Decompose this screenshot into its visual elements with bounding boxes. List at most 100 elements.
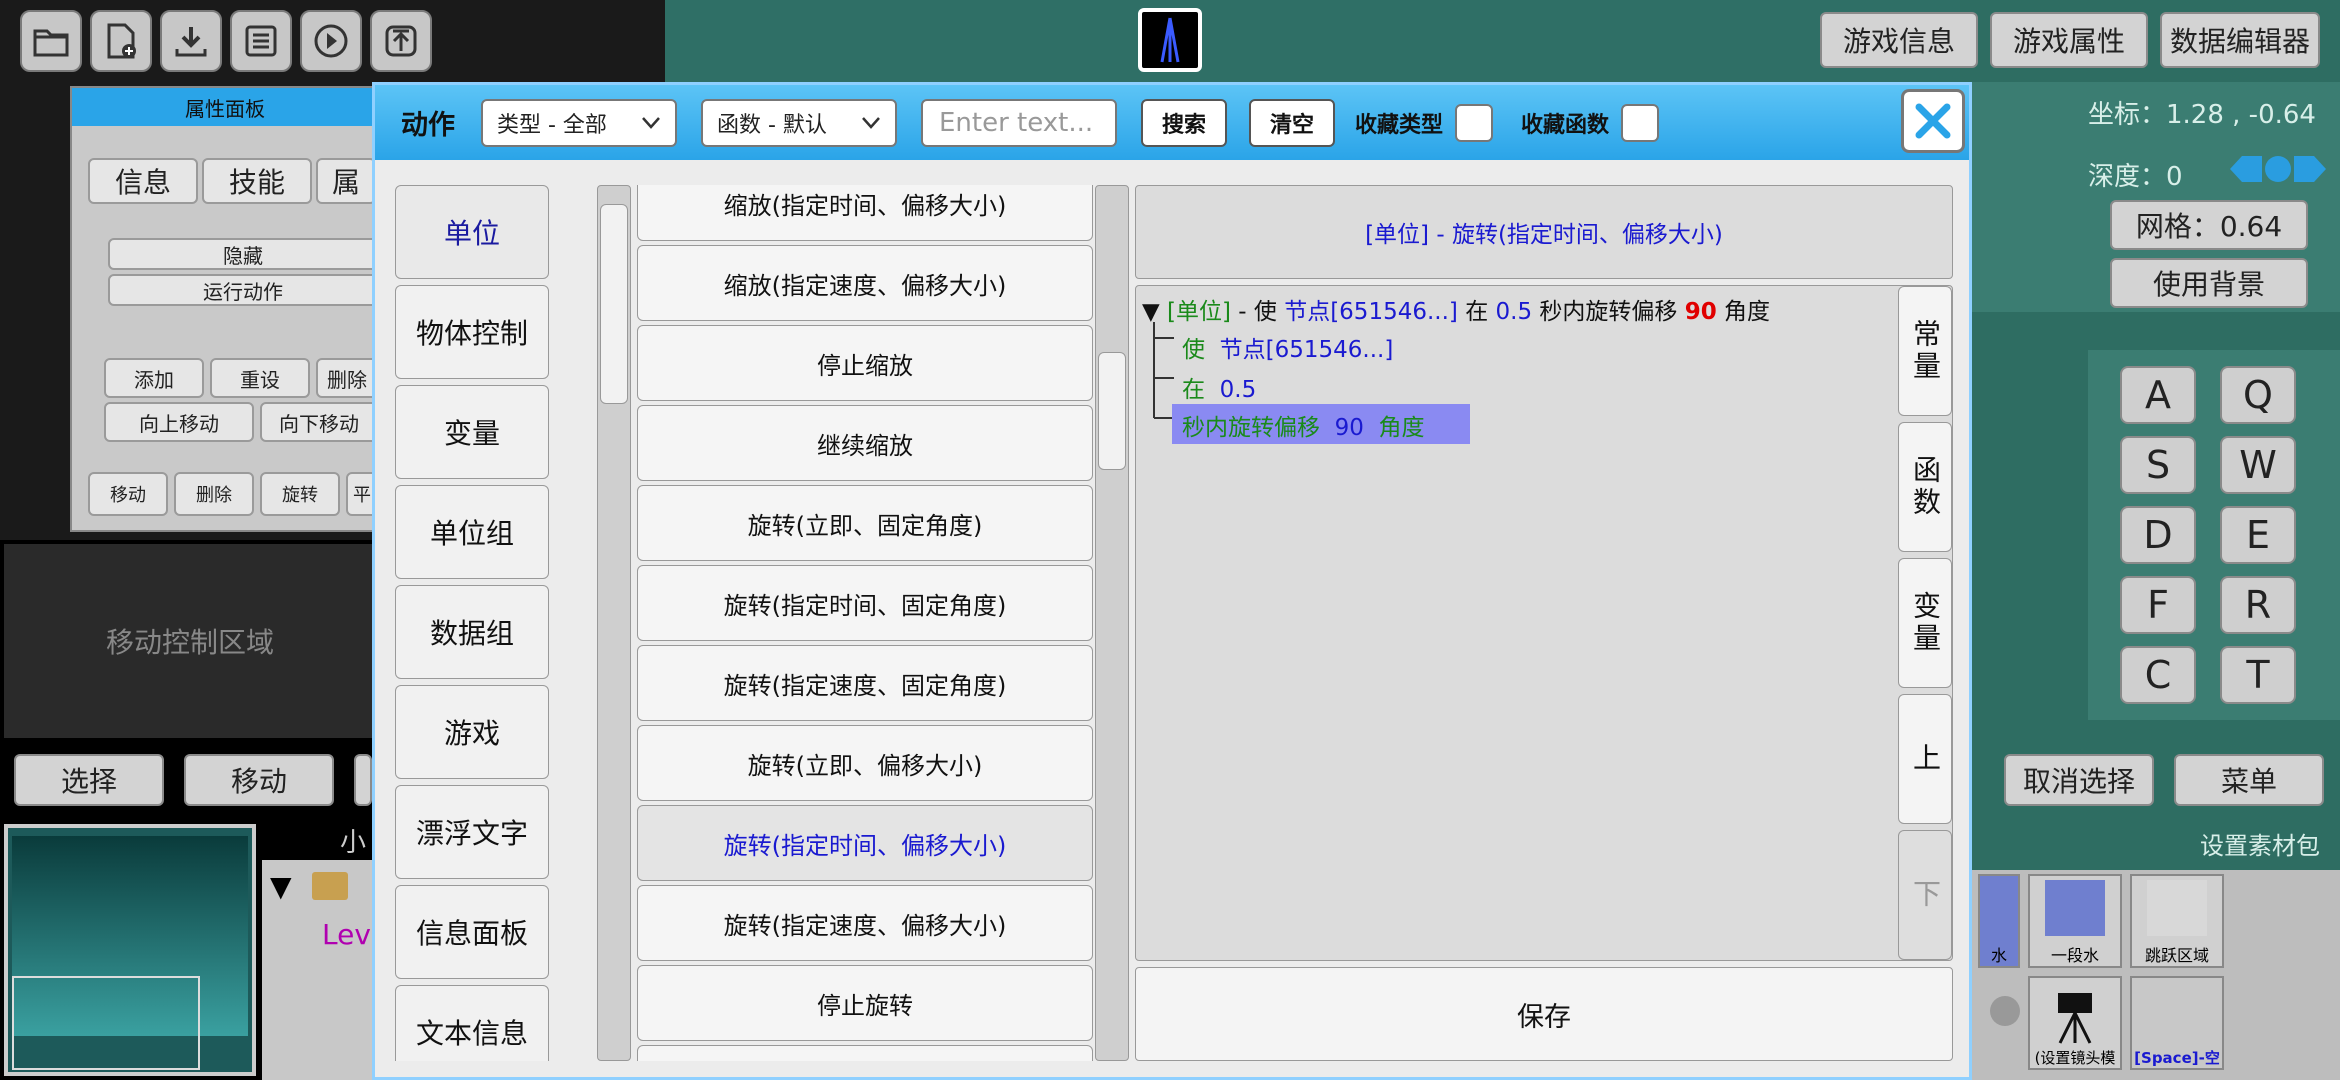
function-item[interactable]: 缩放(指定速度、偏移大小) [637,245,1093,321]
action-tree-panel[interactable]: ▼ [单位] - 使 节点[651546...] 在 0.5 秒内旋转偏移 90… [1135,285,1953,961]
asset-water-segment[interactable]: 一段水 [2028,874,2122,968]
minimap[interactable] [4,824,256,1076]
close-icon [1915,103,1951,139]
tree-child-duration[interactable]: 在 0.5 [1182,370,1256,404]
category-scrollbar-thumb[interactable] [600,204,628,404]
key-e[interactable]: E [2220,506,2296,564]
upload-icon[interactable] [370,10,432,72]
function-list[interactable]: 缩放(指定时间、偏移大小) 缩放(指定速度、偏移大小) 停止缩放 继续缩放 旋转… [637,185,1095,1061]
key-w[interactable]: W [2220,436,2296,494]
function-scrollbar[interactable] [1095,185,1129,1061]
tab-attributes[interactable]: 属 [316,158,376,204]
asset-water[interactable]: 水 [1978,874,2020,968]
category-variable[interactable]: 变量 [395,385,549,479]
move-action-button[interactable]: 移动 [88,472,168,516]
category-game[interactable]: 游戏 [395,685,549,779]
function-item[interactable]: 继续缩放 [637,405,1093,481]
function-select[interactable]: 函数 - 默认 [701,99,897,147]
download-icon[interactable] [160,10,222,72]
key-r[interactable]: R [2220,576,2296,634]
key-q[interactable]: Q [2220,366,2296,424]
close-button[interactable] [1901,89,1965,153]
asset-dropdown-icon[interactable] [1990,996,2020,1026]
save-icon[interactable] [230,10,292,72]
key-t[interactable]: T [2220,646,2296,704]
key-d[interactable]: D [2120,506,2196,564]
tree-root[interactable]: ▼ [单位] - 使 节点[651546...] 在 0.5 秒内旋转偏移 90… [1142,292,1770,326]
data-editor-button[interactable]: 数据编辑器 [2160,12,2320,68]
key-s[interactable]: S [2120,436,2196,494]
chevron-down-icon [862,117,880,129]
tab-function[interactable]: 函数 [1898,422,1952,552]
key-a[interactable]: A [2120,366,2196,424]
tool-button-partial[interactable] [354,754,372,806]
tab-constant[interactable]: 常量 [1898,286,1952,416]
new-file-icon[interactable] [90,10,152,72]
game-properties-button[interactable]: 游戏属性 [1990,12,2148,68]
move-down-button[interactable]: 向下移动 [260,402,378,442]
category-list[interactable]: 单位 物体控制 变量 单位组 数据组 游戏 漂浮文字 信息面板 文本信息 [395,185,593,1061]
delete-button[interactable]: 删除 [316,358,378,398]
category-floating-text[interactable]: 漂浮文字 [395,785,549,879]
expand-triangle-icon[interactable]: ▼ [270,870,292,903]
select-button[interactable]: 选择 [14,754,164,806]
function-item[interactable] [637,1045,1093,1061]
function-item[interactable]: 旋转(指定速度、固定角度) [637,645,1093,721]
fav-func-checkbox[interactable] [1621,104,1659,142]
key-f[interactable]: F [2120,576,2196,634]
function-item[interactable]: 停止缩放 [637,325,1093,401]
grid-size-button[interactable]: 网格：0.64 [2110,200,2308,250]
hide-button[interactable]: 隐藏 [108,238,378,270]
function-item-selected[interactable]: 旋转(指定时间、偏移大小) [637,805,1093,881]
tree-child-target[interactable]: 使 节点[651546...] [1182,330,1393,364]
key-c[interactable]: C [2120,646,2196,704]
tree-child-rotation-selected[interactable]: 秒内旋转偏移 90 角度 [1172,404,1470,444]
delete-action-button[interactable]: 删除 [174,472,254,516]
add-button[interactable]: 添加 [104,358,204,398]
menu-button[interactable]: 菜单 [2174,754,2324,806]
category-text-info[interactable]: 文本信息 [395,985,549,1061]
tab-info[interactable]: 信息 [88,158,198,204]
use-background-button[interactable]: 使用背景 [2110,258,2308,308]
category-scrollbar[interactable] [597,185,631,1061]
run-action-button[interactable]: 运行动作 [108,274,378,306]
preview-thumbnail[interactable] [1138,8,1202,72]
function-item[interactable]: 旋转(立即、偏移大小) [637,725,1093,801]
folder-icon[interactable] [20,10,82,72]
fav-type-checkbox[interactable] [1455,104,1493,142]
category-data-group[interactable]: 数据组 [395,585,549,679]
save-button[interactable]: 保存 [1135,967,1953,1061]
move-control-area[interactable]: 移动控制区域 [4,544,376,738]
fav-type-label: 收藏类型 [1355,113,1444,138]
move-up-tab[interactable]: 上 [1898,694,1952,824]
category-info-panel[interactable]: 信息面板 [395,885,549,979]
reset-button[interactable]: 重设 [210,358,310,398]
asset-space-empty[interactable]: [Space]-空 [2130,976,2224,1070]
asset-jump-area[interactable]: 跳跃区域 [2130,874,2224,968]
rotate-action-button[interactable]: 旋转 [260,472,340,516]
category-unit[interactable]: 单位 [395,185,549,279]
function-scrollbar-thumb[interactable] [1098,352,1126,470]
tab-skills[interactable]: 技能 [202,158,312,204]
game-info-button[interactable]: 游戏信息 [1820,12,1978,68]
move-up-button[interactable]: 向上移动 [104,402,254,442]
asset-camera-mode[interactable]: (设置镜头模 [2028,976,2122,1070]
move-button[interactable]: 移动 [184,754,334,806]
function-item[interactable]: 旋转(立即、固定角度) [637,485,1093,561]
tab-variable[interactable]: 变量 [1898,558,1952,688]
search-input[interactable]: Enter text... [921,99,1117,147]
function-item[interactable]: 旋转(指定速度、偏移大小) [637,885,1093,961]
category-object-control[interactable]: 物体控制 [395,285,549,379]
play-icon[interactable] [300,10,362,72]
function-item[interactable]: 缩放(指定时间、偏移大小) [637,185,1093,241]
level-item[interactable]: Lev [322,918,371,951]
deselect-button[interactable]: 取消选择 [2004,754,2154,806]
move-down-tab[interactable]: 下 [1898,830,1952,960]
category-unit-group[interactable]: 单位组 [395,485,549,579]
type-select[interactable]: 类型 - 全部 [481,99,677,147]
depth-slider[interactable] [2228,152,2328,186]
search-button[interactable]: 搜索 [1141,99,1227,147]
function-item[interactable]: 停止旋转 [637,965,1093,1041]
function-item[interactable]: 旋转(指定时间、固定角度) [637,565,1093,641]
clear-button[interactable]: 清空 [1249,99,1335,147]
